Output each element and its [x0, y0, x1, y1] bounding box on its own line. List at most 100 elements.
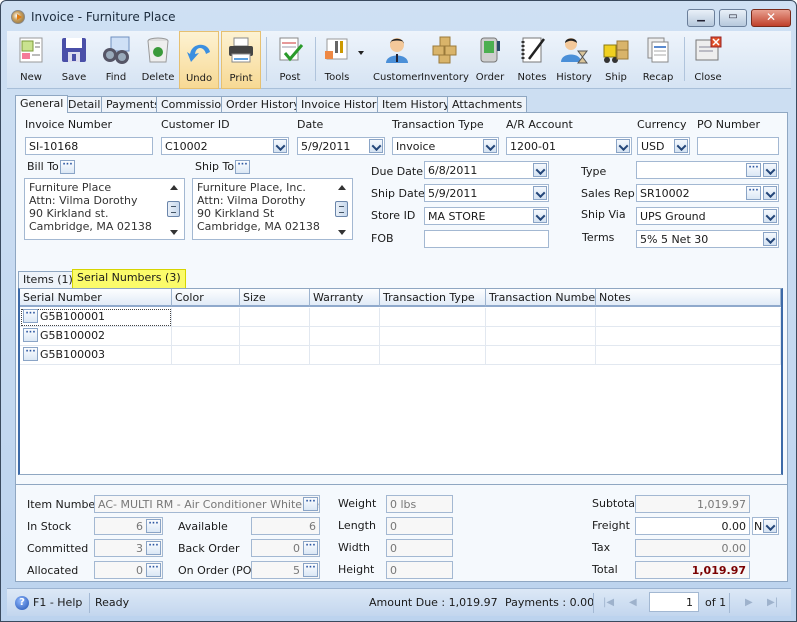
color-cell[interactable] [172, 346, 240, 365]
minimize-button[interactable]: ▁ [687, 9, 715, 27]
committed-field[interactable]: 3 ··· [94, 539, 163, 557]
chevron-down-icon[interactable] [763, 209, 777, 223]
type-ellipsis-button[interactable]: ··· [746, 163, 761, 177]
transaction-type-cell[interactable] [380, 327, 486, 346]
scroll-down-icon[interactable] [170, 230, 178, 235]
chevron-down-icon[interactable] [763, 519, 777, 533]
scroll-down-icon[interactable] [338, 230, 346, 235]
last-record-icon[interactable]: ▶| [767, 597, 778, 608]
back-order-field[interactable]: 0 ··· [251, 539, 320, 557]
window-close-button[interactable]: ✕ [751, 9, 791, 27]
scroll-up-icon[interactable] [338, 185, 346, 190]
sales-rep-select[interactable]: SR10002 ··· [636, 184, 779, 202]
serial-number-cell[interactable]: ··· G5B100002 [20, 327, 172, 346]
history-button[interactable]: History [553, 31, 595, 89]
size-cell[interactable] [240, 346, 310, 365]
ship-to-ellipsis-button[interactable]: ··· [235, 160, 250, 174]
next-record-icon[interactable]: ▶ [745, 597, 753, 608]
notes-cell[interactable] [596, 308, 781, 327]
print-button[interactable]: Print [221, 31, 261, 89]
serial-ellipsis-button[interactable]: ··· [23, 347, 38, 361]
in-stock-field[interactable]: 6 ··· [94, 517, 163, 535]
help-label[interactable]: F1 - Help [33, 596, 82, 609]
tab-serial-numbers[interactable]: Serial Numbers (3) [72, 269, 186, 288]
store-id-select[interactable]: MA STORE [424, 207, 549, 225]
bill-to-scrollbar[interactable] [166, 181, 182, 239]
undo-button[interactable]: Undo [179, 31, 219, 89]
warranty-cell[interactable] [310, 308, 380, 327]
color-cell[interactable] [172, 327, 240, 346]
date-picker[interactable]: 5/9/2011 [297, 137, 385, 155]
inventory-button[interactable]: Inventory [421, 31, 469, 89]
transaction-type-cell[interactable] [380, 346, 486, 365]
find-button[interactable]: Find [95, 31, 137, 89]
warranty-cell[interactable] [310, 327, 380, 346]
save-button[interactable]: Save [53, 31, 95, 89]
column-header-notes[interactable]: Notes [596, 289, 781, 307]
new-button[interactable]: New [9, 31, 53, 89]
column-header-size[interactable]: Size [240, 289, 310, 307]
table-row[interactable]: ··· G5B100003 [20, 346, 781, 365]
po-number-field[interactable] [697, 137, 779, 155]
bill-to-ellipsis-button[interactable]: ··· [60, 160, 75, 174]
serial-number-cell[interactable]: ··· G5B100001 [20, 308, 172, 327]
chevron-down-icon[interactable] [483, 139, 497, 153]
freight-option-select[interactable]: N [752, 517, 779, 535]
chevron-down-icon[interactable] [763, 232, 777, 246]
due-date-picker[interactable]: 6/8/2011 [424, 161, 549, 179]
ship-to-scrollbar[interactable] [334, 181, 350, 239]
ship-button[interactable]: Ship [595, 31, 637, 89]
type-select[interactable]: ··· [636, 161, 779, 179]
help-icon[interactable]: ? [15, 596, 29, 610]
page-number-input[interactable]: 1 [649, 592, 699, 612]
tab-attachments[interactable]: Attachments [447, 96, 528, 113]
terms-select[interactable]: 5% 5 Net 30 [636, 230, 779, 248]
on-order-field[interactable]: 5 ··· [251, 561, 320, 579]
scroll-thumb[interactable] [335, 201, 348, 217]
invoice-number-field[interactable]: SI-10168 [25, 137, 153, 155]
order-button[interactable]: Order [469, 31, 511, 89]
warranty-cell[interactable] [310, 346, 380, 365]
ship-to-address[interactable]: Furniture Place, Inc. Attn: Vilma Doroth… [192, 178, 353, 240]
transaction-number-cell[interactable] [486, 308, 596, 327]
column-header-serial-number[interactable]: Serial Number [20, 289, 172, 307]
notes-button[interactable]: Notes [511, 31, 553, 89]
chevron-down-icon[interactable] [533, 186, 547, 200]
committed-ellipsis-button[interactable]: ··· [146, 541, 161, 555]
chevron-down-icon[interactable] [674, 139, 688, 153]
ar-account-select[interactable]: 1200-01 [506, 137, 632, 155]
column-header-transaction-type[interactable]: Transaction Type [380, 289, 486, 307]
chevron-down-icon[interactable] [763, 163, 777, 177]
chevron-down-icon[interactable] [763, 186, 777, 200]
tab-order-history[interactable]: Order History [221, 96, 305, 113]
item-number-ellipsis-button[interactable]: ··· [303, 497, 318, 511]
post-button[interactable]: Post [269, 31, 311, 89]
allocated-field[interactable]: 0 ··· [94, 561, 163, 579]
table-row[interactable]: ··· G5B100002 [20, 327, 781, 346]
in-stock-ellipsis-button[interactable]: ··· [146, 519, 161, 533]
serial-ellipsis-button[interactable]: ··· [23, 328, 38, 342]
tab-items[interactable]: Items (1) [18, 271, 78, 288]
tools-dropdown-icon[interactable] [358, 51, 364, 55]
notes-cell[interactable] [596, 327, 781, 346]
ship-via-select[interactable]: UPS Ground [636, 207, 779, 225]
close-button[interactable]: Close [687, 31, 729, 89]
delete-button[interactable]: Delete [137, 31, 179, 89]
tab-detail[interactable]: Detail [63, 96, 106, 113]
first-record-icon[interactable]: |◀ [603, 597, 614, 608]
fob-field[interactable] [424, 230, 549, 248]
transaction-number-cell[interactable] [486, 327, 596, 346]
tools-button[interactable]: Tools [317, 31, 369, 89]
serial-ellipsis-button[interactable]: ··· [23, 309, 38, 323]
serial-number-cell[interactable]: ··· G5B100003 [20, 346, 172, 365]
column-header-transaction-number[interactable]: Transaction Number [486, 289, 600, 307]
bill-to-address[interactable]: Furniture Place Attn: Vilma Dorothy 90 K… [24, 178, 185, 240]
customer-button[interactable]: Customer [373, 31, 422, 89]
scroll-thumb[interactable] [167, 201, 180, 217]
ship-date-picker[interactable]: 5/9/2011 [424, 184, 549, 202]
allocated-ellipsis-button[interactable]: ··· [146, 563, 161, 577]
size-cell[interactable] [240, 327, 310, 346]
scroll-up-icon[interactable] [170, 185, 178, 190]
chevron-down-icon[interactable] [616, 139, 630, 153]
transaction-type-select[interactable]: Invoice [392, 137, 499, 155]
